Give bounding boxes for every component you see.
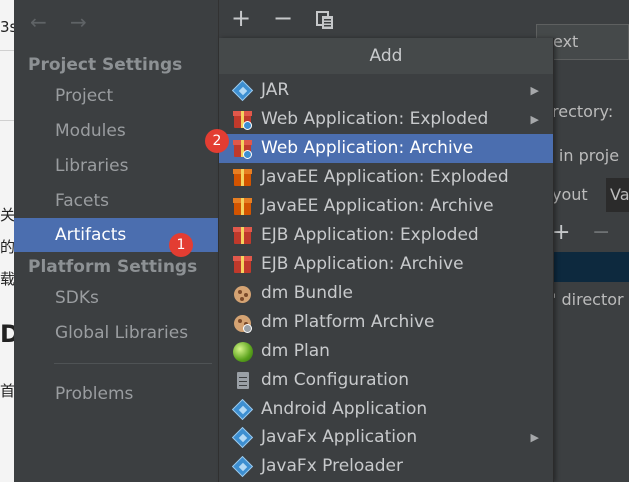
tab-output-layout[interactable]: yout	[552, 178, 602, 212]
menu-item-ejb-archive[interactable]: EJB Application: Archive	[219, 250, 553, 279]
sidebar-item-facets[interactable]: Facets	[14, 184, 218, 218]
dm-platform-archive-icon	[232, 312, 254, 334]
menu-item-dm-bundle[interactable]: dm Bundle	[219, 279, 553, 308]
background-text-fragment: 首	[0, 382, 14, 400]
background-text-fragment: 载	[0, 270, 14, 288]
android-app-icon	[231, 398, 254, 421]
background-divider	[0, 50, 14, 51]
dm-configuration-icon	[232, 370, 254, 392]
menu-item-ejb-exploded[interactable]: EJB Application: Exploded	[219, 221, 553, 250]
output-description-text: ' director	[552, 290, 624, 309]
menu-item-dm-plan[interactable]: dm Plan	[219, 337, 553, 366]
jar-icon	[231, 79, 254, 102]
layout-toolbar: + −	[552, 218, 629, 252]
menu-item-label: dm Bundle	[261, 283, 353, 303]
menu-item-javaee-exploded[interactable]: JavaEE Application: Exploded	[219, 163, 553, 192]
background-text-fragment: D	[0, 320, 14, 348]
menu-item-android-application[interactable]: Android Application	[219, 395, 553, 424]
javaee-exploded-icon	[232, 167, 254, 189]
sidebar-item-project[interactable]: Project	[14, 79, 218, 113]
menu-item-label: JavaEE Application: Archive	[261, 196, 494, 216]
web-exploded-icon	[232, 109, 254, 131]
back-arrow-icon[interactable]: ←	[30, 10, 47, 34]
copy-icon[interactable]	[315, 8, 335, 29]
menu-item-javafx-preloader[interactable]: JavaFx Preloader	[219, 452, 553, 481]
javaee-archive-icon	[232, 196, 254, 218]
javafx-preloader-icon	[231, 455, 254, 478]
popup-title: Add	[219, 38, 553, 74]
menu-item-web-exploded[interactable]: Web Application: Exploded ▶	[219, 105, 553, 134]
forward-arrow-icon[interactable]: →	[70, 10, 87, 34]
sidebar-item-problems[interactable]: Problems	[14, 377, 218, 411]
menu-item-label: JavaFx Preloader	[261, 456, 403, 476]
menu-item-label: Web Application: Exploded	[261, 109, 489, 129]
dm-plan-icon	[232, 341, 254, 363]
submenu-arrow-icon: ▶	[530, 431, 539, 444]
menu-item-label: Web Application: Archive	[261, 138, 474, 158]
javafx-app-icon	[231, 426, 254, 449]
menu-item-label: JAR	[261, 80, 290, 100]
layout-selected-row[interactable]	[552, 252, 629, 282]
menu-item-label: EJB Application: Archive	[261, 254, 464, 274]
project-settings-title: Project Settings	[28, 55, 183, 75]
step-marker-2: 2	[205, 129, 229, 153]
submenu-arrow-icon: ▶	[530, 113, 539, 126]
submenu-arrow-icon: ▶	[530, 84, 539, 97]
artifact-tabs: yout Va	[552, 178, 629, 212]
menu-item-label: dm Plan	[261, 341, 330, 361]
sidebar-item-libraries[interactable]: Libraries	[14, 149, 218, 183]
ejb-archive-icon	[232, 254, 254, 276]
sidebar-item-global-libraries[interactable]: Global Libraries	[14, 316, 218, 350]
background-divider	[0, 120, 14, 121]
ejb-exploded-icon	[232, 225, 254, 247]
menu-item-javaee-archive[interactable]: JavaEE Application: Archive	[219, 192, 553, 221]
tab-validation[interactable]: Va	[606, 178, 629, 212]
background-text-fragment: 的	[0, 238, 14, 256]
background-text-fragment: 关	[0, 206, 14, 224]
menu-item-dm-configuration[interactable]: dm Configuration	[219, 366, 553, 395]
menu-item-label: EJB Application: Exploded	[261, 225, 479, 245]
menu-item-label: dm Configuration	[261, 370, 410, 390]
step-marker-1: 1	[169, 233, 193, 257]
platform-settings-title: Platform Settings	[28, 257, 198, 277]
layout-remove-button[interactable]: −	[592, 220, 610, 245]
menu-item-jar[interactable]: JAR ▶	[219, 76, 553, 105]
layout-add-button[interactable]: +	[552, 220, 570, 245]
background-window-strip: 3s 关 的 载 D 首	[0, 0, 14, 482]
menu-item-javafx-application[interactable]: JavaFx Application ▶	[219, 423, 553, 452]
include-in-build-label[interactable]: e in proje	[544, 146, 619, 165]
sidebar-item-sdks[interactable]: SDKs	[14, 281, 218, 315]
menu-item-label: JavaFx Application	[261, 427, 418, 447]
menu-item-label: dm Platform Archive	[261, 312, 435, 332]
remove-artifact-button[interactable]: −	[273, 4, 293, 32]
menu-item-label: Android Application	[261, 399, 428, 419]
add-artifact-popup: Add JAR ▶ Web Application: Exploded ▶ We…	[219, 38, 554, 482]
dm-bundle-icon	[232, 283, 254, 305]
menu-item-label: JavaEE Application: Exploded	[261, 167, 509, 187]
web-archive-icon	[232, 138, 254, 160]
menu-item-web-archive[interactable]: Web Application: Archive	[219, 134, 553, 163]
background-text-fragment: 3s	[0, 18, 14, 36]
sidebar-item-modules[interactable]: Modules	[14, 114, 218, 148]
add-artifact-button[interactable]: +	[231, 4, 251, 32]
menu-item-dm-platform-archive[interactable]: dm Platform Archive	[219, 308, 553, 337]
output-directory-label: rectory:	[552, 102, 614, 121]
sidebar-divider	[54, 363, 212, 364]
